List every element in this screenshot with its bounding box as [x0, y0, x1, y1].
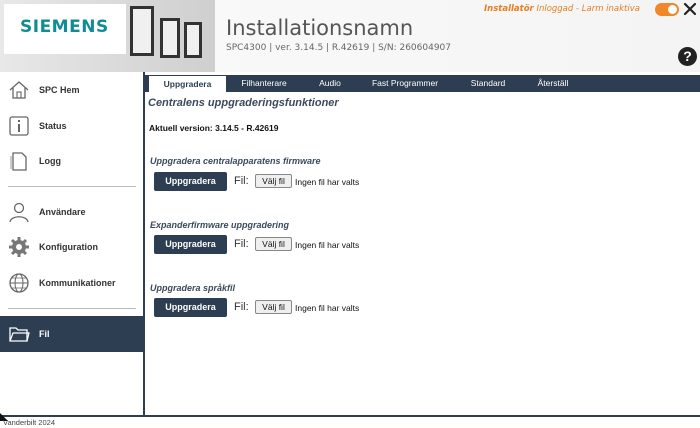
sidebar-item-label: Status — [39, 121, 67, 131]
sidebar-item-status[interactable]: Status — [0, 109, 143, 143]
login-status: Installatör Inloggad - Larm inaktiva — [484, 4, 640, 14]
choose-file-button[interactable]: Välj fil — [255, 300, 292, 314]
sidebar-divider — [8, 308, 136, 309]
section-title-language-file: Uppgradera språkfil — [150, 283, 236, 293]
globe-icon — [9, 273, 29, 293]
choose-file-button[interactable]: Välj fil — [255, 237, 292, 251]
no-file-text: Ingen fil har valts — [295, 303, 360, 313]
tools-icon[interactable] — [683, 2, 697, 16]
main-content: Centralens uppgraderingsfunktioner Aktue… — [145, 92, 700, 415]
siemens-logo: SIEMENS — [20, 17, 109, 37]
header-banner: SIEMENS — [0, 0, 215, 72]
tab-aterstall[interactable]: Återställ — [527, 75, 579, 92]
log-icon — [10, 152, 27, 171]
no-file-text: Ingen fil har valts — [295, 177, 360, 187]
gear-icon — [9, 237, 29, 257]
sidebar-divider — [8, 186, 136, 187]
sidebar-item-label: Logg — [39, 156, 61, 166]
picture-frame — [130, 6, 154, 56]
folder-icon — [9, 327, 30, 342]
sidebar-item-label: SPC Hem — [39, 85, 80, 95]
current-version: Aktuell version: 3.14.5 - R.42619 — [149, 123, 279, 133]
sidebar-item-konfiguration[interactable]: Konfiguration — [0, 230, 143, 264]
sidebar-item-anvandare[interactable]: Användare — [0, 195, 143, 229]
user-icon — [9, 202, 29, 223]
section-title-expander-firmware: Expanderfirmware uppgradering — [150, 220, 290, 230]
sidebar-item-label: Fil — [39, 329, 50, 339]
tab-filhanterare[interactable]: Filhanterare — [235, 75, 293, 92]
upgrade-expander-button[interactable]: Uppgradera — [154, 235, 227, 254]
info-icon — [9, 116, 29, 136]
logo-box: SIEMENS — [4, 4, 126, 54]
footer: Vanderbilt 2024 — [0, 413, 700, 428]
tab-standard[interactable]: Standard — [461, 75, 515, 92]
sidebar-item-label: Kommunikationer — [39, 278, 116, 288]
header: SIEMENS Installationsnamn SPC4300 | ver.… — [0, 0, 700, 72]
sidebar-item-fil[interactable]: Fil — [0, 316, 143, 352]
sidebar: SPC Hem Status Logg Användare Konfigurat… — [0, 72, 143, 415]
choose-file-button[interactable]: Välj fil — [255, 174, 292, 188]
upgrade-central-button[interactable]: Uppgradera — [154, 172, 227, 191]
sidebar-item-spc-hem[interactable]: SPC Hem — [0, 73, 143, 107]
status-text: Inloggad - Larm inaktiva — [536, 4, 640, 14]
page-title: Centralens uppgraderingsfunktioner — [148, 97, 339, 109]
section-title-central-firmware: Uppgradera centralapparatens firmware — [150, 156, 321, 166]
installation-name: Installationsnamn — [226, 16, 414, 40]
file-label: Fil: — [234, 301, 249, 313]
system-info: SPC4300 | ver. 3.14.5 | R.42619 | S/N: 2… — [226, 43, 452, 53]
upgrade-language-button[interactable]: Uppgradera — [154, 298, 227, 317]
alarm-toggle[interactable] — [655, 3, 679, 16]
file-label: Fil: — [234, 238, 249, 250]
toggle-knob — [668, 5, 677, 14]
sidebar-item-label: Konfiguration — [39, 242, 98, 252]
tab-audio[interactable]: Audio — [305, 75, 355, 92]
sidebar-item-label: Användare — [39, 207, 86, 217]
help-icon[interactable]: ? — [678, 47, 697, 66]
file-label: Fil: — [234, 175, 249, 187]
tab-fast-programmer[interactable]: Fast Programmer — [363, 75, 447, 92]
sidebar-item-kommunikationer[interactable]: Kommunikationer — [0, 266, 143, 300]
tab-uppgradera[interactable]: Uppgradera — [149, 76, 226, 92]
tab-bar: Uppgradera Filhanterare Audio Fast Progr… — [145, 75, 700, 92]
picture-frame — [160, 18, 180, 58]
copyright: Vanderbilt 2024 — [3, 418, 55, 427]
status-role: Installatör — [484, 4, 534, 14]
no-file-text: Ingen fil har valts — [295, 240, 360, 250]
picture-frame — [184, 22, 202, 58]
sidebar-item-logg[interactable]: Logg — [0, 144, 143, 178]
home-icon — [9, 81, 29, 99]
